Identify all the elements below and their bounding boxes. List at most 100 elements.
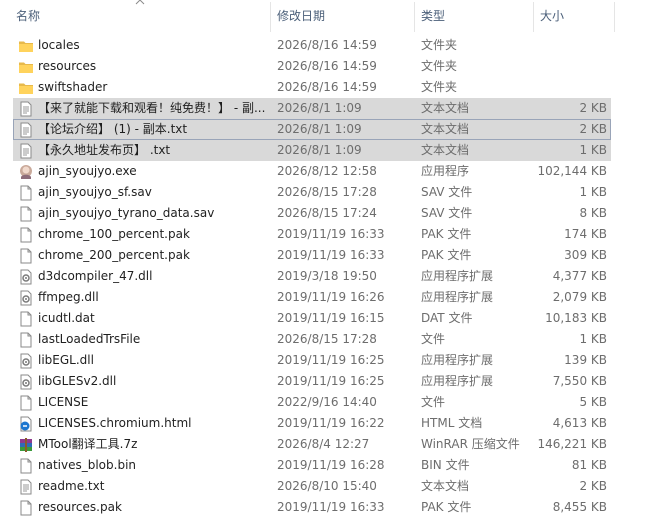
file-modified-date: 2026/8/16 14:59 [277, 38, 377, 52]
file-name: 【论坛介绍】 (1) - 副本.txt [38, 122, 188, 136]
column-header-type[interactable]: 类型 [415, 0, 533, 33]
file-row[interactable]: ffmpeg.dll 2019/11/19 16:26 应用程序扩展 2,079 KB [13, 287, 611, 308]
file-type: 文本文档 [421, 143, 470, 157]
file-modified-date: 2026/8/10 15:40 [277, 479, 377, 493]
file-modified-date: 2026/8/16 14:59 [277, 59, 377, 73]
file-row[interactable]: LICENSE 2022/9/16 14:40 文件 5 KB [13, 392, 611, 413]
file-row[interactable]: d3dcompiler_47.dll 2019/3/18 19:50 应用程序扩展 4… [13, 266, 611, 287]
file-row[interactable]: libGLESv2.dll 2019/11/19 16:25 应用程序扩展 7,550… [13, 371, 611, 392]
file-modified-date: 2026/8/12 12:58 [277, 164, 377, 178]
file-name: LICENSE [38, 395, 89, 409]
file-icon [18, 185, 34, 201]
file-icon [18, 248, 34, 264]
file-name: ffmpeg.dll [38, 290, 99, 304]
file-name: 【来了就能下载和观看！纯免费！】 - 副... [38, 101, 266, 115]
file-type: WinRAR 压缩文件 [421, 437, 520, 451]
column-divider[interactable] [614, 2, 615, 32]
file-row[interactable]: icudtl.dat 2019/11/19 16:15 DAT 文件 10,183 K… [13, 308, 611, 329]
file-size: 174 KB [564, 227, 607, 241]
file-name: resources [38, 59, 97, 73]
file-modified-date: 2019/11/19 16:26 [277, 290, 385, 304]
file-type: 应用程序 [421, 164, 470, 178]
file-row[interactable]: readme.txt 2026/8/10 15:40 文本文档 2 KB [13, 476, 611, 497]
file-name: 【永久地址发布页】 .txt [38, 143, 171, 157]
file-row[interactable]: LICENSES.chromium.html 2019/11/19 16:22 HT… [13, 413, 611, 434]
file-icon [18, 458, 34, 474]
file-size: 2 KB [579, 101, 607, 115]
file-size [534, 36, 607, 55]
dll-icon [18, 374, 34, 390]
file-type: SAV 文件 [421, 206, 473, 220]
file-modified-date: 2026/8/1 1:09 [277, 122, 362, 136]
file-row[interactable]: ajin_syoujyo_tyrano_data.sav 2026/8/15 17… [13, 203, 611, 224]
file-name: libEGL.dll [38, 353, 94, 367]
file-modified-date: 2019/11/19 16:15 [277, 311, 385, 325]
file-type: 文件夹 [421, 38, 458, 52]
column-header-size[interactable]: 大小 [534, 0, 614, 33]
file-name: libGLESv2.dll [38, 374, 117, 388]
file-type: SAV 文件 [421, 185, 473, 199]
file-name: d3dcompiler_47.dll [38, 269, 153, 283]
file-type: BIN 文件 [421, 458, 470, 472]
file-type: DAT 文件 [421, 311, 473, 325]
file-type: 文件夹 [421, 59, 458, 73]
file-modified-date: 2019/11/19 16:33 [277, 227, 385, 241]
file-size: 139 KB [564, 353, 607, 367]
file-name: natives_blob.bin [38, 458, 137, 472]
app-icon [18, 164, 34, 180]
file-type: 文本文档 [421, 101, 470, 115]
file-icon [18, 206, 34, 222]
file-modified-date: 2026/8/15 17:28 [277, 332, 377, 346]
column-header-name-label: 名称 [16, 9, 41, 23]
winrar-icon [18, 437, 34, 453]
file-row[interactable]: 【来了就能下载和观看！纯免费！】 - 副... 2026/8/1 1:09 文本文档… [13, 98, 611, 119]
file-icon [18, 311, 34, 327]
file-modified-date: 2019/11/19 16:25 [277, 353, 385, 367]
file-modified-date: 2019/11/19 16:25 [277, 374, 385, 388]
sort-ascending-icon [135, 0, 145, 5]
text-file-icon [18, 479, 34, 495]
file-name: ajin_syoujyo_tyrano_data.sav [38, 206, 215, 220]
file-size: 309 KB [564, 248, 607, 262]
file-row[interactable]: libEGL.dll 2019/11/19 16:25 应用程序扩展 139 KB [13, 350, 611, 371]
file-name: readme.txt [38, 479, 105, 493]
file-size: 1 KB [579, 185, 607, 199]
file-name: lastLoadedTrsFile [38, 332, 141, 346]
file-icon [18, 500, 34, 516]
file-row[interactable]: chrome_100_percent.pak 2019/11/19 16:33 PA… [13, 224, 611, 245]
dll-icon [18, 290, 34, 306]
column-header-type-label: 类型 [421, 9, 446, 23]
file-size [534, 78, 607, 97]
file-type: PAK 文件 [421, 227, 472, 241]
file-size: 7,550 KB [552, 374, 607, 388]
file-type: 应用程序扩展 [421, 269, 494, 283]
file-type: 应用程序扩展 [421, 290, 494, 304]
file-name: chrome_200_percent.pak [38, 248, 190, 262]
column-header-date[interactable]: 修改日期 [271, 0, 414, 33]
file-row[interactable]: ajin_syoujyo.exe 2026/8/12 12:58 应用程序 102,1… [13, 161, 611, 182]
file-size: 10,183 KB [545, 311, 607, 325]
text-file-icon [18, 101, 34, 117]
file-modified-date: 2026/8/1 1:09 [277, 101, 362, 115]
file-row[interactable]: resources 2026/8/16 14:59 文件夹 [13, 56, 611, 77]
file-size: 5 KB [579, 395, 607, 409]
file-modified-date: 2019/11/19 16:33 [277, 248, 385, 262]
file-size: 102,144 KB [537, 164, 607, 178]
file-row[interactable]: 【论坛介绍】 (1) - 副本.txt 2026/8/1 1:09 文本文档 2 KB [13, 119, 611, 140]
file-row[interactable]: 【永久地址发布页】 .txt 2026/8/1 1:09 文本文档 1 KB [13, 140, 611, 161]
file-row[interactable]: swiftshader 2026/8/16 14:59 文件夹 [13, 77, 611, 98]
file-type: PAK 文件 [421, 248, 472, 262]
file-name: ajin_syoujyo.exe [38, 164, 137, 178]
file-type: 文件 [421, 332, 446, 346]
file-name: ajin_syoujyo_sf.sav [38, 185, 152, 199]
file-row[interactable]: MTool翻译工具.7z 2026/8/4 12:27 WinRAR 压缩文件 146… [13, 434, 611, 455]
file-modified-date: 2026/8/16 14:59 [277, 80, 377, 94]
file-size: 81 KB [571, 458, 607, 472]
file-row[interactable]: locales 2026/8/16 14:59 文件夹 [13, 35, 611, 56]
file-row[interactable]: ajin_syoujyo_sf.sav 2026/8/15 17:28 SAV 文件… [13, 182, 611, 203]
file-row[interactable]: lastLoadedTrsFile 2026/8/15 17:28 文件 1 KB [13, 329, 611, 350]
file-type: 应用程序扩展 [421, 374, 494, 388]
file-row[interactable]: natives_blob.bin 2019/11/19 16:28 BIN 文件 81… [13, 455, 611, 476]
file-row[interactable]: chrome_200_percent.pak 2019/11/19 16:33 PA… [13, 245, 611, 266]
folder-icon [18, 59, 34, 75]
